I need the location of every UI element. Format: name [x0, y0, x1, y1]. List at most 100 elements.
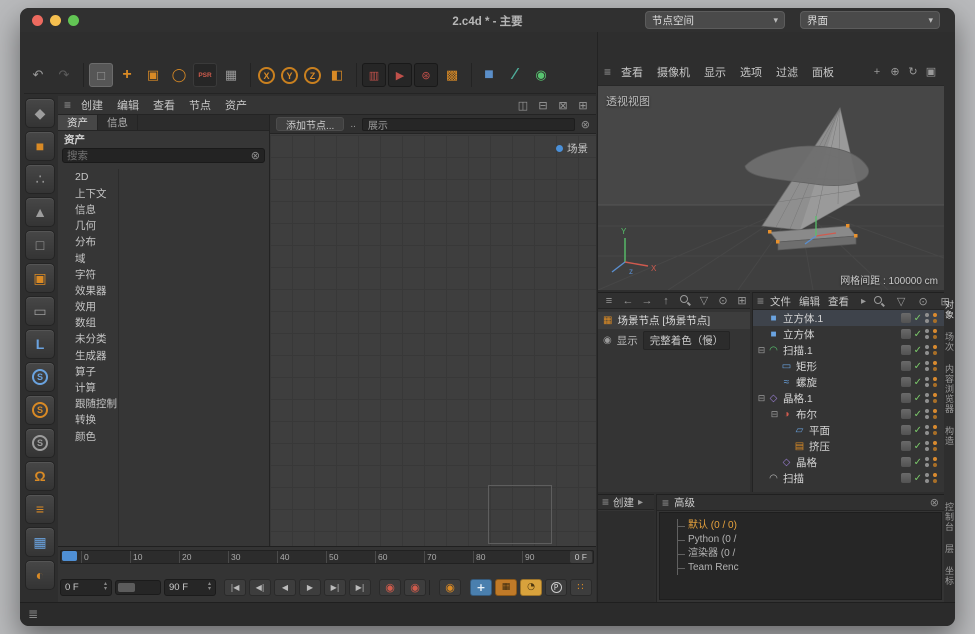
node-space-select[interactable]: 节点空间: [645, 11, 785, 29]
maximize-icon[interactable]: ⊞: [576, 99, 590, 112]
render-visibility-dots[interactable]: [933, 473, 937, 483]
console-tree-item[interactable]: Python (0 /: [678, 533, 941, 547]
asset-category-item[interactable]: 跟随控制: [58, 396, 269, 412]
enabled-check-icon[interactable]: [914, 457, 922, 468]
spline-l-icon[interactable]: L: [25, 329, 55, 359]
menu-item[interactable]: 查看: [621, 64, 643, 80]
autokey-button[interactable]: ◉: [404, 579, 426, 596]
overflow-arrow-icon[interactable]: [638, 496, 643, 508]
asset-category-item[interactable]: 计算: [58, 379, 269, 395]
editor-visibility-dots[interactable]: [925, 377, 929, 387]
object-row[interactable]: ⊟◇晶格.1: [753, 390, 944, 406]
console-tree-item[interactable]: 默认 (0 / 0): [678, 519, 941, 533]
render-visibility-dots[interactable]: [933, 313, 937, 323]
scale-tool[interactable]: ▣: [141, 63, 165, 87]
asset-category-item[interactable]: 上下文: [58, 185, 269, 201]
menu-item[interactable]: 节点: [189, 97, 211, 113]
menu-icon[interactable]: [602, 495, 609, 509]
object-row[interactable]: ■立方体.1: [753, 310, 944, 326]
live-selection-tool[interactable]: □: [89, 63, 113, 87]
menu-item[interactable]: 摄像机: [657, 64, 690, 80]
scene-breadcrumb[interactable]: 场景: [556, 141, 588, 156]
expand-toggle-icon[interactable]: ⊟: [756, 345, 767, 356]
asset-tab[interactable]: 资产: [58, 115, 98, 130]
settings-icon[interactable]: ⊙: [916, 295, 930, 308]
object-row[interactable]: ≈螺旋: [753, 374, 944, 390]
menu-item[interactable]: 面板: [812, 64, 834, 80]
asset-category-item[interactable]: 效用: [58, 299, 269, 315]
menu-icon[interactable]: [64, 98, 71, 112]
layer-tag-icon[interactable]: [901, 345, 911, 355]
filter-icon[interactable]: ▽: [697, 294, 711, 307]
plane-icon[interactable]: ▭: [25, 296, 55, 326]
playhead[interactable]: [62, 551, 77, 561]
enabled-check-icon[interactable]: [914, 361, 922, 372]
asset-category-item[interactable]: 未分类: [58, 331, 269, 347]
lock-icon[interactable]: ⊠: [556, 99, 570, 112]
search-icon[interactable]: [872, 295, 886, 308]
new-window-icon[interactable]: ⊞: [735, 294, 749, 307]
checker-icon[interactable]: ▦: [25, 527, 55, 557]
asset-category-item[interactable]: 效果器: [58, 282, 269, 298]
forward-icon[interactable]: →: [640, 295, 654, 307]
render-picture-viewer-button[interactable]: ▶: [388, 63, 412, 87]
editor-visibility-dots[interactable]: [925, 329, 929, 339]
mograph-icon[interactable]: ◆: [25, 98, 55, 128]
menu-item[interactable]: 查看: [153, 97, 175, 113]
interface-select[interactable]: 界面: [800, 11, 940, 29]
side-tab[interactable]: 坐标: [943, 566, 955, 586]
search-icon[interactable]: [678, 294, 692, 307]
layer-tag-icon[interactable]: [901, 409, 911, 419]
settings-icon[interactable]: ⊙: [716, 294, 730, 307]
editor-visibility-dots[interactable]: [925, 393, 929, 403]
layer-tag-icon[interactable]: [901, 377, 911, 387]
coordinate-system-toggle[interactable]: ◧: [325, 63, 349, 87]
rotate-view-icon[interactable]: ↻: [906, 65, 920, 78]
goto-start-button[interactable]: |◀: [224, 579, 246, 596]
record-keyframe-button[interactable]: ◉: [379, 579, 401, 596]
rotate-tool[interactable]: ◯: [167, 63, 191, 87]
render-visibility-dots[interactable]: [933, 329, 937, 339]
display-mode-select[interactable]: 完整着色（慢）: [643, 331, 731, 350]
object-row[interactable]: ■立方体: [753, 326, 944, 342]
object-row[interactable]: ▤挤压: [753, 438, 944, 454]
prev-frame-button[interactable]: ◀: [274, 579, 296, 596]
enabled-check-icon[interactable]: [914, 313, 922, 324]
asset-category-item[interactable]: 字符: [58, 266, 269, 282]
back-icon[interactable]: ←: [621, 295, 635, 307]
split-horizontal-icon[interactable]: ◫: [516, 99, 530, 112]
node-editor-canvas[interactable]: 场景: [270, 135, 596, 546]
expand-toggle-icon[interactable]: ⊟: [756, 393, 767, 404]
editor-visibility-dots[interactable]: [925, 313, 929, 323]
object-row[interactable]: ◇晶格: [753, 454, 944, 470]
spline-pen-menu[interactable]: ∕: [503, 63, 527, 87]
end-frame-spinner[interactable]: 90 F: [164, 579, 216, 596]
more-button[interactable]: ..: [350, 119, 356, 130]
record-parameter-toggle[interactable]: P: [545, 579, 567, 596]
y-axis-lock[interactable]: Y: [281, 67, 298, 84]
magnet-icon[interactable]: Ω: [25, 461, 55, 491]
redo-icon[interactable]: ↷: [52, 63, 76, 87]
render-visibility-dots[interactable]: [933, 393, 937, 403]
render-visibility-dots[interactable]: [933, 361, 937, 371]
subdivision-surface-icon[interactable]: S: [25, 362, 55, 392]
start-frame-spinner[interactable]: 0 F: [60, 579, 112, 596]
render-visibility-dots[interactable]: [933, 441, 937, 451]
render-visibility-dots[interactable]: [933, 377, 937, 387]
menu-item[interactable]: 编辑: [799, 294, 820, 309]
small-cube-icon[interactable]: ▣: [25, 263, 55, 293]
enabled-check-icon[interactable]: [914, 393, 922, 404]
menu-item[interactable]: 资产: [225, 97, 247, 113]
render-visibility-dots[interactable]: [933, 457, 937, 467]
menu-item[interactable]: 选项: [740, 64, 762, 80]
editor-visibility-dots[interactable]: [925, 361, 929, 371]
search-input[interactable]: [67, 150, 251, 162]
layer-tag-icon[interactable]: [901, 361, 911, 371]
render-visibility-dots[interactable]: [933, 345, 937, 355]
enabled-check-icon[interactable]: [914, 441, 922, 452]
undo-icon[interactable]: ↶: [26, 63, 50, 87]
asset-category-item[interactable]: 域: [58, 250, 269, 266]
cube-primitive-icon[interactable]: ■: [25, 131, 55, 161]
asset-category-item[interactable]: 2D: [58, 169, 269, 185]
render-view-button[interactable]: ▥: [362, 63, 386, 87]
